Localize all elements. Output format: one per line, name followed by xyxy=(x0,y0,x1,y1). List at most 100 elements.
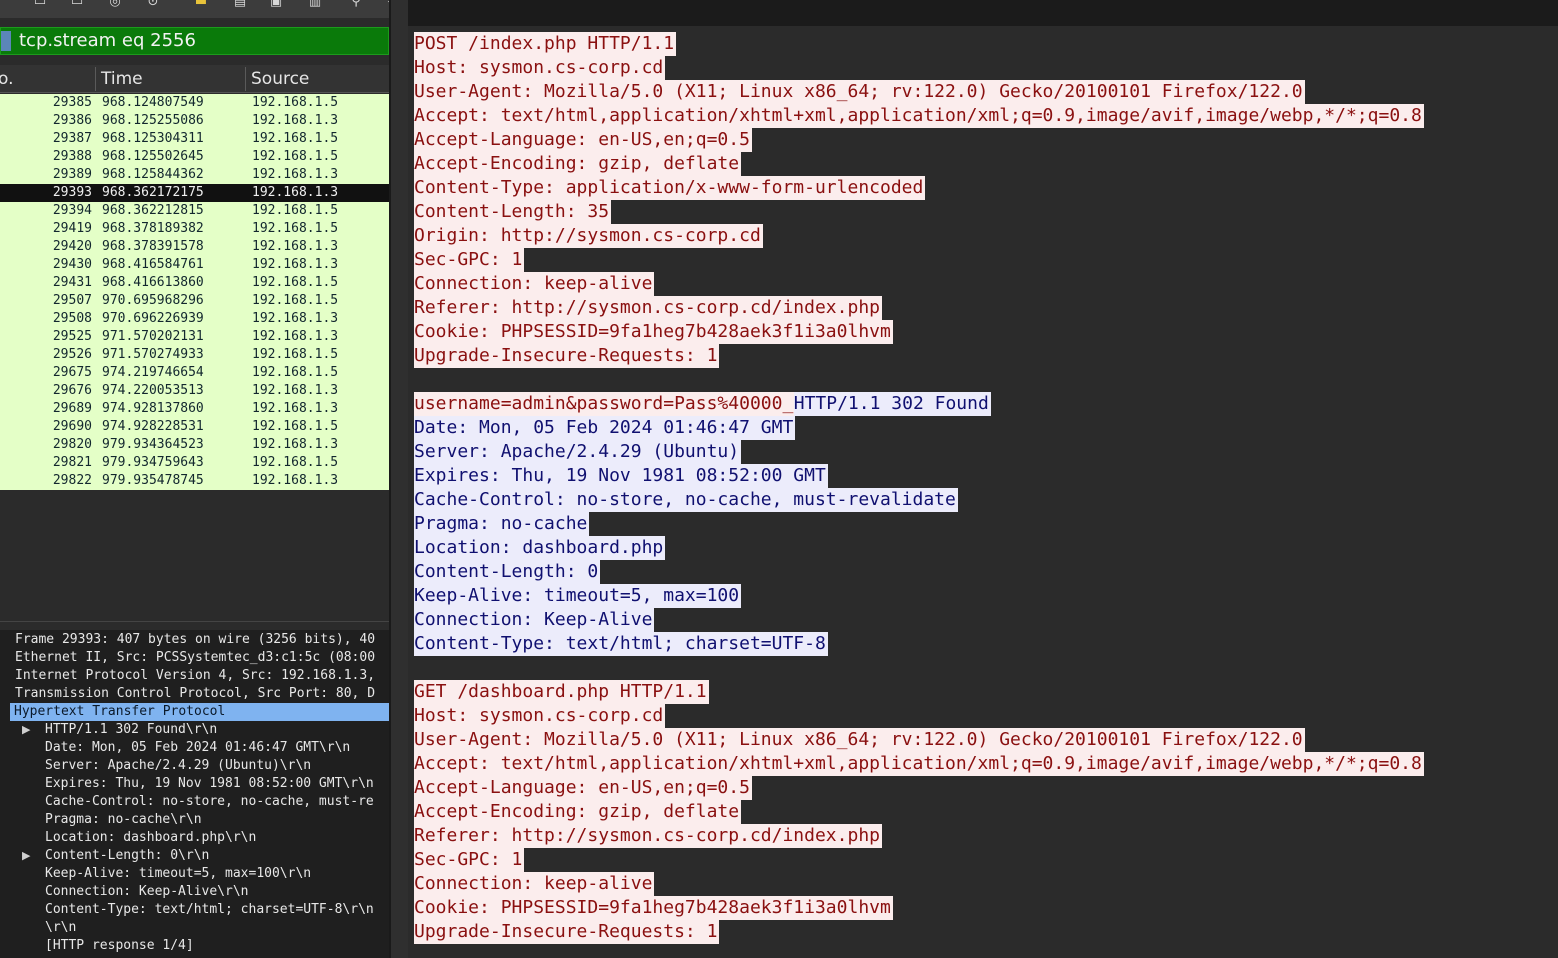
packet-row[interactable]: 29525 971.570202131 192.168.1.3 xyxy=(0,328,389,346)
vertical-splitter[interactable] xyxy=(389,0,408,958)
follow-tcp-stream-view[interactable]: POST /index.php HTTP/1.1 Host: sysmon.cs-… xyxy=(408,26,1558,958)
packet-details-tree[interactable]: Frame 29393: 407 bytes on wire (3256 bit… xyxy=(0,630,389,958)
packet-row[interactable]: 29676 974.220053513 192.168.1.3 xyxy=(0,382,389,400)
detail-row[interactable]: [HTTP response 1/4] xyxy=(0,937,389,955)
client-request-line: Referer: http://sysmon.cs-corp.cd/index.… xyxy=(414,824,882,848)
packet-source: 192.168.1.5 xyxy=(252,95,339,110)
detail-row[interactable]: Server: Apache/2.4.29 (Ubuntu)\r\n xyxy=(0,757,389,775)
detail-row[interactable]: \r\n xyxy=(0,919,389,937)
detail-row-selected[interactable]: Hypertext Transfer Protocol xyxy=(10,703,389,721)
detail-text: \r\n xyxy=(45,920,77,935)
options-icon[interactable]: ⊙ xyxy=(143,0,163,9)
packet-row[interactable]: 29386 968.125255086 192.168.1.3 xyxy=(0,112,389,130)
column-separator[interactable] xyxy=(95,67,96,91)
display-filter-bar[interactable]: tcp.stream eq 2556 xyxy=(0,27,389,55)
packet-number: 29393 xyxy=(52,185,92,200)
packet-row[interactable]: 29430 968.416584761 192.168.1.3 xyxy=(0,256,389,274)
packet-time: 968.416613860 xyxy=(102,275,204,290)
detail-row[interactable]: Internet Protocol Version 4, Src: 192.16… xyxy=(0,667,389,685)
expand-arrow-icon[interactable]: ▶ xyxy=(22,721,30,739)
reload-icon[interactable]: ◎ xyxy=(105,0,125,9)
detail-row[interactable]: ▶ Content-Length: 0\r\n xyxy=(0,847,389,865)
column-header-time[interactable]: Time xyxy=(101,65,143,93)
detail-text: Keep-Alive: timeout=5, max=100\r\n xyxy=(45,866,312,881)
packet-row[interactable]: 29821 979.934759643 192.168.1.5 xyxy=(0,454,389,472)
packet-time: 968.125844362 xyxy=(102,167,204,182)
main-toolbar: ▭ ▭ ◎ ⊙ ▬ ▤ ▣ ▥ ⚲ ◂ xyxy=(0,0,389,18)
pane-divider[interactable] xyxy=(0,621,389,629)
packet-time: 974.928137860 xyxy=(102,401,204,416)
filter-bookmark-icon[interactable] xyxy=(1,31,11,51)
packet-number: 29820 xyxy=(52,437,92,452)
packet-time: 968.125255086 xyxy=(102,113,204,128)
detail-row[interactable]: Transmission Control Protocol, Src Port:… xyxy=(0,685,389,703)
client-request-line: Host: sysmon.cs-corp.cd xyxy=(414,704,666,728)
detail-text: Frame 29393: 407 bytes on wire (3256 bit… xyxy=(15,632,376,647)
packet-source: 192.168.1.3 xyxy=(252,329,339,344)
packet-row[interactable]: 29820 979.934364523 192.168.1.3 xyxy=(0,436,389,454)
packet-row[interactable]: 29388 968.125502645 192.168.1.5 xyxy=(0,148,389,166)
column-header-source[interactable]: Source xyxy=(251,65,309,93)
packet-row[interactable]: 29508 970.696226939 192.168.1.3 xyxy=(0,310,389,328)
client-request-line: GET /dashboard.php HTTP/1.1 xyxy=(414,680,709,704)
server-response-line: Pragma: no-cache xyxy=(414,512,590,536)
packet-source: 192.168.1.3 xyxy=(252,185,339,200)
packet-number: 29387 xyxy=(52,131,92,146)
display-filter-input[interactable]: tcp.stream eq 2556 xyxy=(19,28,196,54)
packet-row[interactable]: 29526 971.570274933 192.168.1.5 xyxy=(0,346,389,364)
detail-text: HTTP/1.1 302 Found\r\n xyxy=(45,722,218,737)
detail-text: [HTTP response 1/4] xyxy=(45,938,194,953)
client-request-line: User-Agent: Mozilla/5.0 (X11; Linux x86_… xyxy=(414,80,1305,104)
packet-row[interactable]: 29387 968.125304311 192.168.1.5 xyxy=(0,130,389,148)
packet-row[interactable]: 29393 968.362172175 192.168.1.3 xyxy=(0,184,389,202)
wireshark-main-pane: ▭ ▭ ◎ ⊙ ▬ ▤ ▣ ▥ ⚲ ◂ tcp.stream eq 2556 o. Time So… xyxy=(0,0,389,958)
packet-source: 192.168.1.5 xyxy=(252,203,339,218)
packet-list[interactable]: 29385 968.124807549 192.168.1.5 29386 968.12… xyxy=(0,94,389,490)
packet-number: 29389 xyxy=(52,167,92,182)
packet-number: 29676 xyxy=(52,383,92,398)
detail-row[interactable]: Expires: Thu, 19 Nov 1981 08:52:00 GMT\r… xyxy=(0,775,389,793)
detail-row[interactable]: Pragma: no-cache\r\n xyxy=(0,811,389,829)
detail-text: Internet Protocol Version 4, Src: 192.16… xyxy=(15,668,376,683)
packet-number: 29431 xyxy=(52,275,92,290)
list-icon[interactable]: ▤ xyxy=(230,0,250,9)
detail-row[interactable]: ▶ HTTP/1.1 302 Found\r\n xyxy=(0,721,389,739)
packet-source: 192.168.1.3 xyxy=(252,239,339,254)
packet-row[interactable]: 29690 974.928228531 192.168.1.5 xyxy=(0,418,389,436)
packet-row[interactable]: 29822 979.935478745 192.168.1.3 xyxy=(0,472,389,490)
detail-text: Transmission Control Protocol, Src Port:… xyxy=(15,686,376,701)
packet-row[interactable]: 29689 974.928137860 192.168.1.3 xyxy=(0,400,389,418)
packet-time: 970.696226939 xyxy=(102,311,204,326)
detail-row[interactable]: Ethernet II, Src: PCSSystemtec_d3:c1:5c … xyxy=(0,649,389,667)
save-icon[interactable]: ▭ xyxy=(30,0,50,9)
back-icon[interactable]: ◂ xyxy=(381,0,389,9)
document-icon[interactable]: ▥ xyxy=(305,0,325,9)
packet-row[interactable]: 29431 968.416613860 192.168.1.5 xyxy=(0,274,389,292)
packet-number: 29526 xyxy=(52,347,92,362)
packet-row[interactable]: 29385 968.124807549 192.168.1.5 xyxy=(0,94,389,112)
packet-row[interactable]: 29419 968.378189382 192.168.1.5 xyxy=(0,220,389,238)
detail-row[interactable]: Content-Type: text/html; charset=UTF-8\r… xyxy=(0,901,389,919)
column-header-no[interactable]: o. xyxy=(0,65,14,93)
export-icon[interactable]: ▣ xyxy=(266,0,286,9)
detail-row[interactable]: Date: Mon, 05 Feb 2024 01:46:47 GMT\r\n xyxy=(0,739,389,757)
packet-row[interactable]: 29507 970.695968296 192.168.1.5 xyxy=(0,292,389,310)
close-file-icon[interactable]: ▭ xyxy=(67,0,87,9)
packet-row[interactable]: 29394 968.362212815 192.168.1.5 xyxy=(0,202,389,220)
detail-row[interactable]: Connection: Keep-Alive\r\n xyxy=(0,883,389,901)
packet-source: 192.168.1.3 xyxy=(252,383,339,398)
packet-row[interactable]: 29420 968.378391578 192.168.1.3 xyxy=(0,238,389,256)
search-icon[interactable]: ⚲ xyxy=(346,0,366,9)
packet-row[interactable]: 29389 968.125844362 192.168.1.3 xyxy=(0,166,389,184)
expand-arrow-icon[interactable]: ▶ xyxy=(22,847,30,865)
detail-row[interactable]: Frame 29393: 407 bytes on wire (3256 bit… xyxy=(0,631,389,649)
packet-source: 192.168.1.3 xyxy=(252,113,339,128)
column-separator[interactable] xyxy=(245,67,246,91)
detail-row[interactable]: Cache-Control: no-store, no-cache, must-… xyxy=(0,793,389,811)
detail-row[interactable]: Keep-Alive: timeout=5, max=100\r\n xyxy=(0,865,389,883)
packet-row[interactable]: 29675 974.219746654 192.168.1.5 xyxy=(0,364,389,382)
packet-time: 971.570274933 xyxy=(102,347,204,362)
folder-icon[interactable]: ▬ xyxy=(191,0,211,9)
packet-source: 192.168.1.5 xyxy=(252,293,339,308)
detail-row[interactable]: Location: dashboard.php\r\n xyxy=(0,829,389,847)
